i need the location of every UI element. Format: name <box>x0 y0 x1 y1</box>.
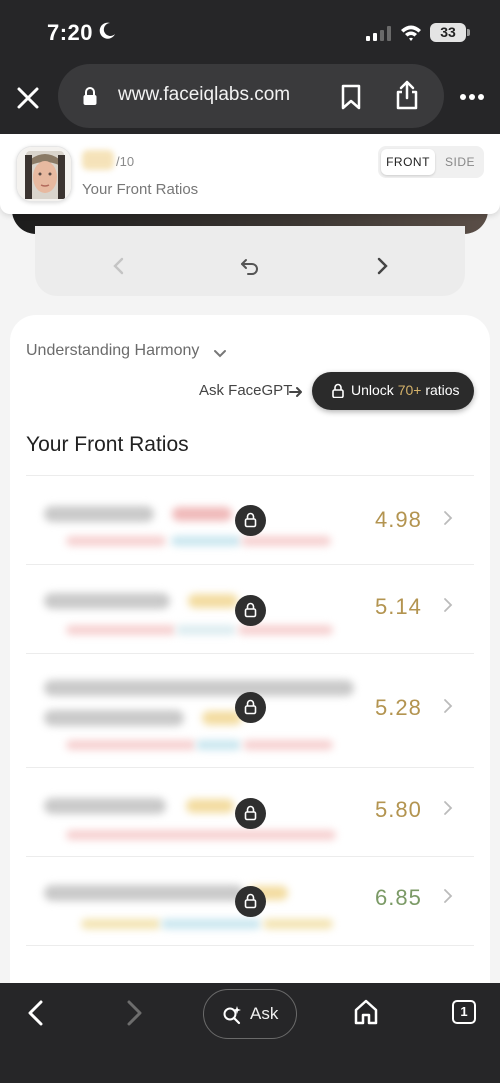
ratio-bar-blurred <box>263 919 333 929</box>
ratio-value: 6.85 <box>375 885 422 910</box>
tab-side[interactable]: SIDE <box>440 149 480 175</box>
locked-badge[interactable] <box>235 886 266 917</box>
forward-arrow-icon[interactable] <box>122 999 146 1027</box>
ratio-value: 4.98 <box>375 507 422 532</box>
unlock-count: 70+ <box>397 382 422 398</box>
lock-icon <box>244 512 257 528</box>
ratio-chip-blurred <box>172 507 232 521</box>
tabs-button[interactable]: 1 <box>452 1000 476 1024</box>
ratio-bar-blurred <box>81 919 161 929</box>
ratio-chip-blurred <box>186 799 234 813</box>
ratio-bar-blurred <box>66 536 166 546</box>
ratios-card: Understanding Harmony Ask FaceGPT Unlock… <box>10 315 490 983</box>
locked-badge[interactable] <box>235 595 266 626</box>
ratio-name-blurred <box>44 798 166 814</box>
ratio-name-blurred <box>44 680 354 696</box>
section-title: Your Front Ratios <box>26 433 189 456</box>
ratio-bar-blurred <box>171 536 241 546</box>
moon-icon <box>99 22 115 39</box>
ratio-bar-blurred <box>176 625 236 635</box>
chevron-right-icon[interactable] <box>442 698 454 714</box>
ratio-bar-blurred <box>66 740 196 750</box>
ratio-name-blurred <box>44 593 170 609</box>
undo-icon[interactable] <box>238 254 262 278</box>
browser-address-bar: www.faceiqlabs.com <box>0 62 500 134</box>
ratio-bar-blurred <box>66 830 336 840</box>
ratio-value: 5.80 <box>375 797 422 822</box>
chevron-right-icon[interactable] <box>442 510 454 526</box>
ask-label: Ask <box>250 1004 279 1023</box>
tab-front[interactable]: FRONT <box>381 149 435 175</box>
sticky-score-header: /10 Your Front Ratios FRONT SIDE <box>0 134 500 214</box>
battery-tip <box>467 29 470 36</box>
status-bar: 7:20 33 <box>0 0 500 62</box>
ratio-name-blurred <box>44 506 154 522</box>
battery-indicator: 33 <box>430 23 466 42</box>
unlock-label: Unlock 70+ ratios <box>351 382 460 398</box>
ratio-bar-blurred <box>241 536 331 546</box>
ratio-name-blurred <box>44 710 184 726</box>
avatar[interactable] <box>16 146 72 202</box>
unlock-suffix: ratios <box>421 382 460 398</box>
ratio-bar-blurred <box>196 740 241 750</box>
ratio-row[interactable]: 5.14 <box>26 565 474 654</box>
wifi-icon <box>401 25 421 41</box>
share-icon[interactable] <box>395 80 419 110</box>
lock-icon <box>244 805 257 821</box>
browser-toolbar: Ask 1 <box>0 983 500 1083</box>
divider <box>26 945 474 946</box>
chevron-right-icon[interactable] <box>442 888 454 904</box>
chevron-right-icon[interactable] <box>442 800 454 816</box>
locked-badge[interactable] <box>235 692 266 723</box>
web-page: /10 Your Front Ratios FRONT SIDE Underst… <box>0 134 500 983</box>
ratio-bar-blurred <box>161 919 261 929</box>
back-arrow-icon[interactable] <box>24 999 48 1027</box>
header-subtitle: Your Front Ratios <box>82 181 199 198</box>
home-icon[interactable] <box>353 998 379 1026</box>
close-icon[interactable] <box>14 84 42 112</box>
chevron-right-icon[interactable] <box>442 597 454 613</box>
unlock-ratios-button[interactable]: Unlock 70+ ratios <box>312 372 474 410</box>
score-denominator: /10 <box>116 154 135 169</box>
ratio-bar-blurred <box>238 625 333 635</box>
lock-icon <box>332 383 344 398</box>
ratio-value: 5.28 <box>375 695 422 720</box>
chevron-left-icon[interactable] <box>107 254 131 278</box>
ask-facegpt-link[interactable]: Ask FaceGPT <box>199 382 292 399</box>
ask-button[interactable]: Ask <box>203 989 297 1039</box>
ratio-value: 5.14 <box>375 594 422 619</box>
cellular-signal-icon <box>366 26 391 41</box>
ratio-bar-blurred <box>66 625 176 635</box>
ratio-row[interactable]: 4.98 <box>26 476 474 565</box>
score-value-blurred <box>82 150 114 170</box>
chevron-right-icon[interactable] <box>370 254 394 278</box>
ratio-bar-blurred <box>243 740 333 750</box>
locked-badge[interactable] <box>235 798 266 829</box>
ratio-name-blurred <box>44 885 244 901</box>
understanding-harmony-dropdown[interactable]: Understanding Harmony <box>26 342 199 360</box>
url-text[interactable]: www.faceiqlabs.com <box>118 84 290 106</box>
face-thumbnail <box>17 147 71 201</box>
ratio-row[interactable]: 5.28 <box>26 654 474 768</box>
lock-icon <box>83 87 97 105</box>
ratio-row[interactable]: 6.85 <box>26 857 474 946</box>
lock-icon <box>244 699 257 715</box>
bookmark-icon[interactable] <box>340 84 362 110</box>
ratio-row[interactable]: 5.80 <box>26 768 474 857</box>
status-time: 7:20 <box>47 20 94 45</box>
unlock-prefix: Unlock <box>351 382 398 398</box>
lock-icon <box>244 893 257 909</box>
sparkle-search-icon <box>223 1006 241 1025</box>
image-navigation <box>35 226 465 296</box>
lock-icon <box>244 602 257 618</box>
arrow-right-icon[interactable] <box>289 385 303 399</box>
locked-badge[interactable] <box>235 505 266 536</box>
chevron-down-icon[interactable] <box>213 346 227 360</box>
more-options-icon[interactable] <box>459 93 485 101</box>
view-toggle: FRONT SIDE <box>378 146 484 178</box>
ratio-chip-blurred <box>188 594 238 608</box>
